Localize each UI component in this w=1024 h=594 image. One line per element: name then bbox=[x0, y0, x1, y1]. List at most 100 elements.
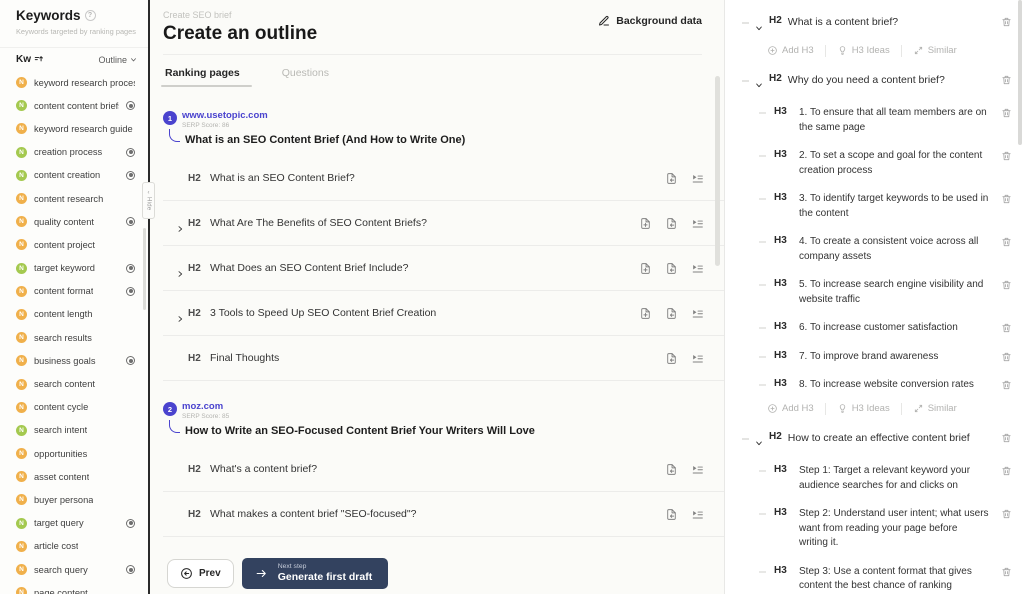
view-outline-icon[interactable] bbox=[691, 172, 704, 185]
tab-questions[interactable]: Questions bbox=[280, 63, 331, 83]
keyword-item[interactable]: N keyword research guide bbox=[0, 117, 148, 140]
keyword-item[interactable]: N target query bbox=[0, 512, 148, 535]
outline-h3-row[interactable]: H3 2. To set a scope and goal for the co… bbox=[725, 142, 1024, 185]
view-outline-icon[interactable] bbox=[691, 307, 704, 320]
result-domain[interactable]: moz.com bbox=[182, 401, 229, 412]
add-to-outline-icon[interactable] bbox=[665, 217, 678, 230]
keyword-item[interactable]: N content format bbox=[0, 280, 148, 303]
target-icon[interactable] bbox=[126, 565, 135, 575]
expand-chevron-icon[interactable] bbox=[176, 310, 184, 328]
outline-scrollbar-thumb[interactable] bbox=[1018, 0, 1022, 145]
delete-icon[interactable] bbox=[1001, 351, 1012, 363]
add-all-to-outline-icon[interactable] bbox=[639, 262, 652, 275]
keyword-item[interactable]: N content length bbox=[0, 303, 148, 326]
keyword-item[interactable]: N content project bbox=[0, 233, 148, 256]
keyword-item[interactable]: N quality content bbox=[0, 210, 148, 233]
drag-handle-icon[interactable] bbox=[742, 437, 749, 440]
outline-h3-row[interactable]: H3 Step 1: Target a relevant keyword you… bbox=[725, 457, 1024, 500]
add-to-outline-icon[interactable] bbox=[665, 463, 678, 476]
delete-icon[interactable] bbox=[1001, 74, 1012, 86]
drag-handle-icon[interactable] bbox=[742, 22, 749, 24]
target-icon[interactable] bbox=[126, 356, 135, 366]
keyword-item[interactable]: N creation process bbox=[0, 141, 148, 164]
target-icon[interactable] bbox=[126, 263, 135, 273]
delete-icon[interactable] bbox=[1001, 432, 1012, 444]
keyword-item[interactable]: N content research bbox=[0, 187, 148, 210]
keyword-item[interactable]: N content creation bbox=[0, 164, 148, 187]
generate-first-draft-button[interactable]: Next step Generate first draft bbox=[241, 558, 389, 589]
hide-sidebar-handle[interactable]: ‹ Hide bbox=[142, 182, 155, 219]
drag-handle-icon[interactable] bbox=[759, 513, 766, 515]
add-to-outline-icon[interactable] bbox=[665, 352, 678, 365]
collapse-chevron-icon[interactable] bbox=[755, 76, 763, 94]
outline-h3-row[interactable]: H3 5. To increase search engine visibili… bbox=[725, 271, 1024, 314]
main-scrollbar-thumb[interactable] bbox=[715, 76, 720, 266]
keyword-item[interactable]: N article cost bbox=[0, 535, 148, 558]
heading-row[interactable]: H2 What's a content brief? bbox=[163, 447, 724, 492]
heading-row[interactable]: H2 What Are The Benefits of SEO Content … bbox=[163, 201, 724, 246]
view-outline-icon[interactable] bbox=[691, 352, 704, 365]
heading-row[interactable]: H2 3 Tools to Speed Up SEO Content Brief… bbox=[163, 291, 724, 336]
outline-h3-row[interactable]: H3 1. To ensure that all team members ar… bbox=[725, 99, 1024, 142]
prev-button[interactable]: Prev bbox=[167, 559, 234, 588]
add-to-outline-icon[interactable] bbox=[665, 307, 678, 320]
add-h3-button[interactable]: Add H3 bbox=[767, 403, 814, 414]
drag-handle-icon[interactable] bbox=[759, 155, 766, 157]
outline-h3-row[interactable]: H3 Step 3: Use a content format that giv… bbox=[725, 558, 1024, 594]
add-to-outline-icon[interactable] bbox=[665, 262, 678, 275]
delete-icon[interactable] bbox=[1001, 566, 1012, 578]
h3-ideas-button[interactable]: H3 Ideas bbox=[837, 45, 890, 56]
keyword-item[interactable]: N business goals bbox=[0, 349, 148, 372]
similar-button[interactable]: Similar bbox=[913, 403, 957, 414]
target-icon[interactable] bbox=[126, 101, 135, 111]
add-h3-button[interactable]: Add H3 bbox=[767, 45, 814, 56]
view-outline-icon[interactable] bbox=[691, 463, 704, 476]
drag-handle-icon[interactable] bbox=[759, 384, 766, 386]
result-domain[interactable]: www.usetopic.com bbox=[182, 110, 268, 121]
heading-row[interactable]: H2 What Does an SEO Content Brief Includ… bbox=[163, 246, 724, 291]
drag-handle-icon[interactable] bbox=[759, 327, 766, 329]
keyword-item[interactable]: N content content briefs bbox=[0, 94, 148, 117]
outline-h2-row[interactable]: H2 What is a content brief? bbox=[725, 10, 1024, 42]
keyword-item[interactable]: N search intent bbox=[0, 419, 148, 442]
sidebar-scrollbar-thumb[interactable] bbox=[143, 228, 146, 310]
similar-button[interactable]: Similar bbox=[913, 45, 957, 56]
delete-icon[interactable] bbox=[1001, 150, 1012, 162]
drag-handle-icon[interactable] bbox=[759, 470, 766, 472]
view-outline-icon[interactable] bbox=[691, 217, 704, 230]
keyword-item[interactable]: N buyer persona bbox=[0, 488, 148, 511]
delete-icon[interactable] bbox=[1001, 279, 1012, 291]
outline-h2-row[interactable]: H2 Why do you need a content brief? bbox=[725, 68, 1024, 100]
drag-handle-icon[interactable] bbox=[742, 79, 749, 82]
keyword-item[interactable]: N search results bbox=[0, 326, 148, 349]
delete-icon[interactable] bbox=[1001, 465, 1012, 477]
collapse-chevron-icon[interactable] bbox=[755, 434, 763, 452]
target-icon[interactable] bbox=[126, 147, 135, 157]
target-icon[interactable] bbox=[126, 286, 135, 296]
target-icon[interactable] bbox=[126, 217, 135, 227]
target-icon[interactable] bbox=[126, 518, 135, 528]
delete-icon[interactable] bbox=[1001, 16, 1012, 28]
add-to-outline-icon[interactable] bbox=[665, 508, 678, 521]
drag-handle-icon[interactable] bbox=[759, 112, 766, 114]
add-to-outline-icon[interactable] bbox=[665, 172, 678, 185]
keyword-item[interactable]: N search content bbox=[0, 372, 148, 395]
keyword-sort-button[interactable]: Kw bbox=[16, 54, 44, 65]
keyword-item[interactable]: N target keyword bbox=[0, 257, 148, 280]
delete-icon[interactable] bbox=[1001, 322, 1012, 334]
delete-icon[interactable] bbox=[1001, 107, 1012, 119]
heading-row[interactable]: H2 Final Thoughts bbox=[163, 336, 724, 381]
target-icon[interactable] bbox=[126, 170, 135, 180]
outline-h3-row[interactable]: H3 7. To improve brand awareness bbox=[725, 343, 1024, 372]
heading-row[interactable]: H2 What makes a content brief "SEO-focus… bbox=[163, 492, 724, 537]
view-outline-icon[interactable] bbox=[691, 262, 704, 275]
expand-chevron-icon[interactable] bbox=[176, 265, 184, 283]
expand-chevron-icon[interactable] bbox=[176, 220, 184, 238]
outline-h3-row[interactable]: H3 3. To identify target keywords to be … bbox=[725, 185, 1024, 228]
keyword-item[interactable]: N search query bbox=[0, 558, 148, 581]
outline-view-select[interactable]: Outline bbox=[98, 55, 137, 65]
keyword-item[interactable]: N page content bbox=[0, 581, 148, 594]
keyword-item[interactable]: N asset content bbox=[0, 465, 148, 488]
drag-handle-icon[interactable] bbox=[759, 570, 766, 573]
delete-icon[interactable] bbox=[1001, 508, 1012, 520]
